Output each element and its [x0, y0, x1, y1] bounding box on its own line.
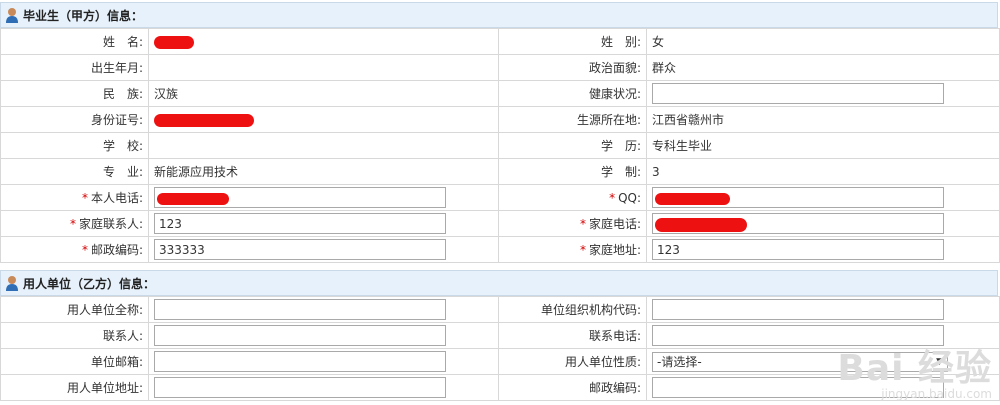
health-label: 健康状况: [498, 80, 647, 107]
contact-person-label: 联系人: [0, 322, 149, 349]
org-code-cell [646, 296, 1000, 323]
required-mark: * [579, 217, 586, 231]
required-mark: * [81, 191, 88, 205]
required-mark: * [579, 243, 586, 257]
postcode-cell [148, 236, 499, 263]
phone-label: * 本人电话: [0, 184, 149, 211]
gender-value: 女 [646, 28, 1000, 55]
name-value [148, 28, 499, 55]
health-cell [646, 80, 1000, 107]
major-value: 新能源应用技术 [148, 158, 499, 185]
origin-label: 生源所在地: [498, 106, 647, 133]
school-value [148, 132, 499, 159]
redacted-mark [655, 193, 730, 205]
employer-type-select[interactable]: -请选择- ▼ [652, 351, 948, 372]
redacted-mark [154, 113, 254, 127]
required-mark: * [609, 190, 616, 205]
birth-label: 出生年月: [0, 54, 149, 81]
section-title: 毕业生（甲方）信息： [23, 8, 144, 23]
contact-phone-cell [646, 322, 1000, 349]
redacted-mark [655, 218, 747, 232]
org-code-input[interactable] [652, 299, 944, 320]
family-contact-input[interactable] [154, 213, 446, 234]
ethnicity-label: 民 族: [0, 80, 149, 107]
redacted-mark [157, 193, 229, 205]
graduate-section-header: 毕业生（甲方）信息： [0, 2, 998, 28]
postcode-label: * 邮政编码: [0, 236, 149, 263]
user-icon [6, 276, 18, 291]
name-label: 姓 名: [0, 28, 149, 55]
graduate-info-table: 姓 名: 姓 别: 女 出生年月: 政治面貌: 群众 民 族: 汉族 健康状况:… [0, 28, 1000, 263]
employer-type-label: 用人单位性质: [498, 348, 647, 375]
employer-section-header: 用人单位（乙方）信息： [0, 270, 998, 296]
id-value [148, 106, 499, 133]
employer-type-selected: -请选择- [657, 355, 702, 369]
employer-postcode-label: 邮政编码: [498, 374, 647, 401]
employer-email-cell [148, 348, 499, 375]
duration-label: 学 制: [498, 158, 647, 185]
gender-label: 姓 别: [498, 28, 647, 55]
contact-phone-input[interactable] [652, 325, 944, 346]
employer-address-label: 用人单位地址: [0, 374, 149, 401]
org-code-label: 单位组织机构代码: [498, 296, 647, 323]
employer-postcode-input[interactable] [652, 377, 944, 398]
employer-name-cell [148, 296, 499, 323]
origin-value: 江西省赣州市 [646, 106, 1000, 133]
id-label: 身份证号: [0, 106, 149, 133]
family-contact-label: * 家庭联系人: [0, 210, 149, 237]
dropdown-arrow-icon: ▼ [936, 356, 943, 367]
home-phone-label: * 家庭电话: [498, 210, 647, 237]
employer-address-cell [148, 374, 499, 401]
education-value: 专科生毕业 [646, 132, 1000, 159]
phone-cell [148, 184, 499, 211]
home-address-cell [646, 236, 1000, 263]
redacted-mark [154, 35, 194, 49]
birth-value [148, 54, 499, 81]
employer-type-cell: -请选择- ▼ [646, 348, 1000, 375]
political-label: 政治面貌: [498, 54, 647, 81]
home-address-label: * 家庭地址: [498, 236, 647, 263]
qq-label: * QQ: [498, 184, 647, 211]
duration-value: 3 [646, 158, 1000, 185]
contact-person-cell [148, 322, 499, 349]
ethnicity-value: 汉族 [148, 80, 499, 107]
health-input[interactable] [652, 83, 944, 104]
home-address-input[interactable] [652, 239, 944, 260]
postcode-input[interactable] [154, 239, 446, 260]
education-label: 学 历: [498, 132, 647, 159]
employer-address-input[interactable] [154, 377, 446, 398]
home-phone-cell [646, 210, 1000, 237]
political-value: 群众 [646, 54, 1000, 81]
employer-postcode-cell [646, 374, 1000, 401]
family-contact-cell [148, 210, 499, 237]
employer-info-table: 用人单位全称: 单位组织机构代码: 联系人: 联系电话: 单位邮箱: 用人单位性… [0, 296, 1000, 401]
section-title: 用人单位（乙方）信息： [23, 276, 156, 291]
qq-cell [646, 184, 1000, 211]
user-icon [6, 8, 18, 23]
employer-name-label: 用人单位全称: [0, 296, 149, 323]
major-label: 专 业: [0, 158, 149, 185]
employer-email-input[interactable] [154, 351, 446, 372]
required-mark: * [81, 243, 88, 257]
contact-person-input[interactable] [154, 325, 446, 346]
required-mark: * [69, 217, 76, 231]
school-label: 学 校: [0, 132, 149, 159]
employer-email-label: 单位邮箱: [0, 348, 149, 375]
employer-name-input[interactable] [154, 299, 446, 320]
contact-phone-label: 联系电话: [498, 322, 647, 349]
